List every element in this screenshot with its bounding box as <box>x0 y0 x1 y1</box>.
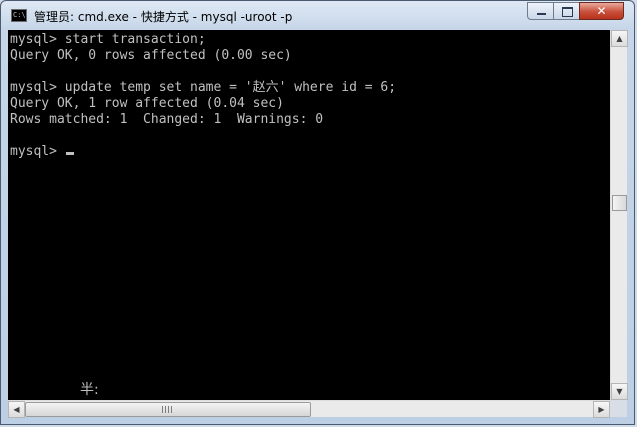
title-bar[interactable]: C:\ 管理员: cmd.exe - 快捷方式 - mysql -uroot -… <box>1 1 634 31</box>
close-icon: ✕ <box>596 4 607 18</box>
arrow-down-icon: ▼ <box>616 387 623 396</box>
console-line: Query OK, 0 rows affected (0.00 sec) <box>10 48 292 63</box>
vertical-scrollbar[interactable]: ▲ ▼ <box>610 30 628 400</box>
scroll-left-button[interactable]: ◀ <box>8 401 25 418</box>
arrow-up-icon: ▲ <box>616 34 623 43</box>
horizontal-scrollbar[interactable]: ◀ ▶ <box>8 400 610 418</box>
scroll-right-button[interactable]: ▶ <box>593 401 610 418</box>
minimize-icon <box>528 3 553 19</box>
maximize-button[interactable] <box>553 2 580 20</box>
scroll-down-button[interactable]: ▼ <box>611 383 628 400</box>
maximize-icon <box>554 3 579 19</box>
grip-icon <box>162 406 172 413</box>
console-prompt-line[interactable]: mysql> <box>10 144 74 160</box>
console-line: Rows matched: 1 Changed: 1 Warnings: 0 <box>10 112 324 127</box>
scroll-up-button[interactable]: ▲ <box>611 30 628 47</box>
window-title: 管理员: cmd.exe - 快捷方式 - mysql -uroot -p <box>34 10 293 24</box>
console-prompt: mysql> <box>10 144 65 159</box>
arrow-right-icon: ▶ <box>598 405 605 414</box>
vertical-scroll-thumb[interactable] <box>612 195 627 211</box>
minimize-button[interactable] <box>527 2 554 20</box>
close-button[interactable]: ✕ <box>579 2 624 20</box>
arrow-left-icon: ◀ <box>13 405 20 414</box>
text-cursor <box>65 152 74 155</box>
ime-status: 半: <box>80 382 99 398</box>
console-line: Query OK, 1 row affected (0.04 sec) <box>10 96 284 111</box>
scrollbar-corner <box>610 400 627 417</box>
cmd-app-icon[interactable]: C:\ <box>11 9 27 22</box>
console-output[interactable]: mysql> start transaction; Query OK, 0 ro… <box>8 30 610 400</box>
horizontal-scroll-thumb[interactable] <box>25 402 311 417</box>
console-line: mysql> update temp set name = '赵六' where… <box>10 80 397 95</box>
console-line: mysql> start transaction; <box>10 32 206 47</box>
